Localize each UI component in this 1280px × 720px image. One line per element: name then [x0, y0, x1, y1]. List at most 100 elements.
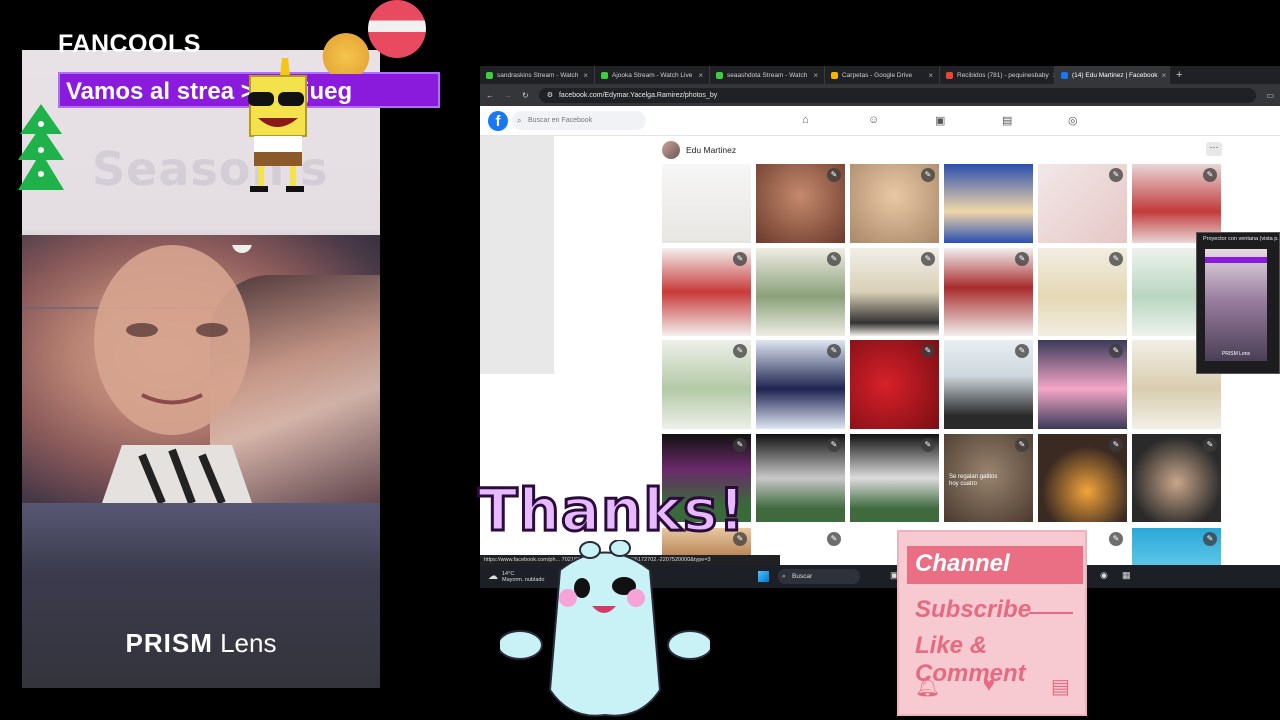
search-icon: ⌕: [517, 116, 522, 125]
edit-pencil-icon[interactable]: ✎: [827, 438, 841, 452]
tab-5[interactable]: (14) Edu Martinez | Facebook ×: [1055, 66, 1170, 84]
taskbar-app-icon[interactable]: ◉: [1100, 570, 1108, 581]
subscribe-underline: [1029, 612, 1073, 614]
photo-tile[interactable]: [944, 164, 1033, 243]
subscribe-label: Subscribe: [915, 596, 1032, 623]
photo-tile[interactable]: ✎: [756, 340, 845, 429]
tab-favicon: [486, 71, 493, 79]
photo-tile[interactable]: [662, 164, 751, 243]
photo-tile[interactable]: ✎: [850, 340, 939, 429]
photo-tile[interactable]: ✎: [1038, 164, 1127, 243]
edit-pencil-icon[interactable]: ✎: [733, 344, 747, 358]
thanks-sticker: Thanks!: [477, 475, 747, 546]
edit-pencil-icon[interactable]: ✎: [1203, 168, 1217, 182]
tab-label: Recibidos (781) - pequinesbaby: [957, 71, 1049, 79]
tab-favicon: [831, 71, 838, 79]
photo-tile[interactable]: ✎: [850, 164, 939, 243]
photo-tile[interactable]: ✎: [944, 340, 1033, 429]
photo-tile[interactable]: ✎: [1132, 434, 1221, 522]
edit-pencil-icon[interactable]: ✎: [1109, 344, 1123, 358]
tab-4[interactable]: Recibidos (781) - pequinesbaby ×: [940, 66, 1055, 84]
photo-tile[interactable]: ✎: [662, 340, 751, 429]
photo-tile[interactable]: ✎: [756, 248, 845, 336]
edit-pencil-icon[interactable]: ✎: [921, 252, 935, 266]
webcam-panel: Season's PRISM Lens: [22, 50, 380, 688]
tab-label: seaashdota Stream - Watch: [727, 71, 808, 79]
edit-pencil-icon[interactable]: ✎: [921, 438, 935, 452]
edit-pencil-icon[interactable]: ✎: [1109, 168, 1123, 182]
edit-pencil-icon[interactable]: ✎: [733, 438, 747, 452]
edit-pencil-icon[interactable]: ✎: [1015, 252, 1029, 266]
tab-1[interactable]: Ajooka Stream - Watch Live ×: [595, 66, 710, 84]
edit-pencil-icon[interactable]: ✎: [921, 344, 935, 358]
taskbar-search-input[interactable]: ⌕ Buscar: [778, 569, 860, 584]
projector-window-preview[interactable]: Proyector con ventana (vista p... PRISM …: [1196, 232, 1280, 374]
more-options-button[interactable]: ···: [1206, 142, 1222, 156]
marketplace-icon[interactable]: ▤: [1002, 114, 1012, 127]
edit-pencil-icon[interactable]: ✎: [1109, 252, 1123, 266]
tab-0[interactable]: sandraskins Stream - Watch ×: [480, 66, 595, 84]
avatar[interactable]: [662, 141, 680, 159]
new-tab-button[interactable]: +: [1170, 69, 1188, 81]
tab-2[interactable]: seaashdota Stream - Watch ×: [710, 66, 825, 84]
windows-start-icon[interactable]: [758, 571, 769, 582]
facebook-logo-icon[interactable]: f: [488, 111, 508, 131]
profile-header: Edu Martinez: [662, 141, 736, 159]
popup-thumbnail: PRISM Lens: [1205, 249, 1267, 361]
watch-icon[interactable]: ▣: [935, 114, 945, 127]
edit-pencil-icon[interactable]: ✎: [1015, 438, 1029, 452]
close-icon[interactable]: ×: [1162, 71, 1167, 80]
url-field[interactable]: ⚙ facebook.com/Edymar.Yacelga.Ramirez/ph…: [538, 87, 1257, 103]
edit-pencil-icon[interactable]: ✎: [827, 344, 841, 358]
edit-pencil-icon[interactable]: ✎: [733, 252, 747, 266]
brand-title: FANCOOLS: [58, 30, 201, 58]
photo-tile[interactable]: ✎: [662, 248, 751, 336]
close-icon[interactable]: ×: [698, 71, 703, 80]
edit-pencil-icon[interactable]: ✎: [921, 168, 935, 182]
site-info-icon[interactable]: ⚙: [547, 91, 553, 99]
photo-tile[interactable]: ✎: [1038, 434, 1127, 522]
close-icon[interactable]: ×: [583, 71, 588, 80]
tab-label: Ajooka Stream - Watch Live: [612, 71, 693, 79]
photo-tile[interactable]: ✎ Se regalan gatitos hoy cuatro: [944, 434, 1033, 522]
channel-label: Channel: [915, 550, 1010, 577]
gaming-icon[interactable]: ◎: [1068, 114, 1078, 127]
edit-pencil-icon[interactable]: ✎: [1203, 438, 1217, 452]
photo-tile[interactable]: ✎: [1038, 340, 1127, 429]
edit-pencil-icon[interactable]: ✎: [1109, 438, 1123, 452]
close-icon[interactable]: ×: [813, 71, 818, 80]
ghost-overlay-panel: [480, 136, 554, 374]
url-text: facebook.com/Edymar.Yacelga.Ramirez/phot…: [558, 91, 718, 99]
home-icon[interactable]: ⌂: [802, 114, 809, 126]
tab-label: sandraskins Stream - Watch: [497, 71, 579, 79]
close-icon[interactable]: ×: [928, 71, 933, 80]
tab-3[interactable]: Carpetas - Google Drive ×: [825, 66, 940, 84]
photo-tile[interactable]: ✎: [850, 434, 939, 522]
edit-pencil-icon[interactable]: ✎: [1203, 532, 1217, 546]
cast-icon[interactable]: ▭: [1266, 91, 1274, 100]
prism-lens-watermark: PRISM Lens: [22, 628, 380, 659]
edit-pencil-icon[interactable]: ✎: [1109, 532, 1123, 546]
taskbar-app-icon[interactable]: ▦: [1122, 570, 1131, 581]
webcam-subject: [94, 245, 252, 503]
edit-pencil-icon[interactable]: ✎: [827, 532, 841, 546]
christmas-ornament-red: [368, 0, 426, 58]
photo-tile[interactable]: ✎: [1132, 528, 1221, 568]
photo-tile[interactable]: ✎: [944, 248, 1033, 336]
photo-tile[interactable]: ✎: [1038, 248, 1127, 336]
edit-pencil-icon[interactable]: ✎: [827, 252, 841, 266]
edit-pencil-icon[interactable]: ✎: [1015, 344, 1029, 358]
forward-icon[interactable]: →: [504, 91, 512, 100]
photo-tile[interactable]: ✎: [850, 248, 939, 336]
friends-icon[interactable]: ☺: [868, 114, 879, 126]
ghost-mascot-sticker: [500, 540, 710, 717]
profile-name[interactable]: Edu Martinez: [686, 145, 736, 155]
photo-tile[interactable]: ✎: [756, 164, 845, 243]
tab-favicon: [716, 71, 723, 79]
back-icon[interactable]: ←: [486, 91, 494, 100]
address-bar-row: ← → ↻ ⚙ facebook.com/Edymar.Yacelga.Rami…: [480, 84, 1280, 106]
facebook-search-input[interactable]: ⌕ Buscar en Facebook: [512, 111, 646, 130]
photo-tile[interactable]: ✎: [756, 434, 845, 522]
reload-icon[interactable]: ↻: [522, 91, 529, 100]
edit-pencil-icon[interactable]: ✎: [827, 168, 841, 182]
